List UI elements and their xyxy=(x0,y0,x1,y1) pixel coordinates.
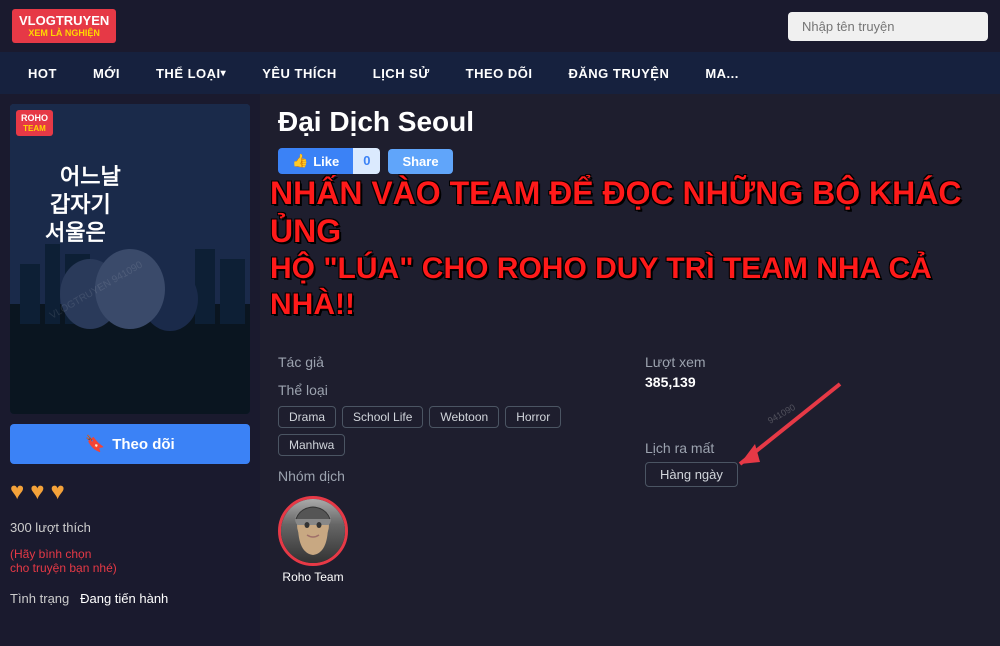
vote-hint-line1: (Hãy bình chọn xyxy=(10,547,91,561)
luot-xem-label: Lượt xem xyxy=(645,354,982,370)
header: VLOGTRUYEN XEM LÀ NGHIỆN xyxy=(0,0,1000,52)
translator-name: Roho Team xyxy=(282,570,343,584)
the-loai-label: Thể loại xyxy=(278,382,615,398)
nav-dang-truyen[interactable]: ĐĂNG TRUYỆN xyxy=(551,52,688,94)
nhom-dich-row: Nhóm dịch xyxy=(278,468,615,584)
content-area: Đại Dịch Seoul 👍 Like 0 Share NHẤN VÀO T… xyxy=(260,94,1000,646)
action-row: 👍 Like 0 Share xyxy=(278,148,982,174)
overlay-line2: HỘ "LÚA" CHO ROHO DUY TRÌ TEAM NHA CẢ NH… xyxy=(270,251,990,323)
logo-box: VLOGTRUYEN XEM LÀ NGHIỆN xyxy=(12,9,116,43)
follow-button[interactable]: 🔖 Theo dõi xyxy=(10,424,250,464)
heart-1[interactable]: ♥ xyxy=(10,478,24,506)
main-content: 어느날 갑자기 서울은 VLOGTRUYEN 941090 ROHOTEAM 🔖… xyxy=(0,94,1000,646)
lich-ra-mat-row: Lịch ra mất Hàng ngày xyxy=(645,440,982,487)
logo-main: VLOGTRUYEN xyxy=(19,13,109,28)
overlay-line1: NHẤN VÀO TEAM ĐỂ ĐỌC NHỮNG BỘ KHÁC ỦNG xyxy=(270,174,990,251)
tac-gia-row: Tác giả xyxy=(278,354,615,370)
nav-lich-su[interactable]: LỊCH SỬ xyxy=(355,52,448,94)
logo[interactable]: VLOGTRUYEN XEM LÀ NGHIỆN xyxy=(12,9,116,43)
cover-badge: ROHOTEAM xyxy=(16,110,53,136)
nhom-dich-label: Nhóm dịch xyxy=(278,468,615,484)
lich-ra-mat-label: Lịch ra mất xyxy=(645,440,982,456)
overlay-text: NHẤN VÀO TEAM ĐỂ ĐỌC NHỮNG BỘ KHÁC ỦNG H… xyxy=(270,174,990,323)
info-table: Tác giả Thể loại Drama School Life Webto… xyxy=(278,354,982,584)
like-count-text: 300 lượt thích xyxy=(10,520,250,535)
logo-sub: XEM LÀ NGHIỆN xyxy=(19,28,109,39)
sidebar: 어느날 갑자기 서울은 VLOGTRUYEN 941090 ROHOTEAM 🔖… xyxy=(0,94,260,646)
bookmark-icon: 🔖 xyxy=(85,434,105,454)
search-input[interactable] xyxy=(788,12,988,41)
nav-the-loai[interactable]: THỂ LOẠI xyxy=(138,52,244,94)
translator-avatar xyxy=(278,496,348,566)
tag-horror[interactable]: Horror xyxy=(505,406,561,428)
tinh-trang-value: Đang tiến hành xyxy=(80,591,168,606)
like-count-button: 0 xyxy=(353,148,380,174)
like-button[interactable]: 👍 Like xyxy=(278,148,353,174)
share-button[interactable]: Share xyxy=(388,149,452,174)
vote-hint-line2: cho truyện bạn nhé) xyxy=(10,561,117,575)
status-row: Tình trạng Đang tiến hành xyxy=(10,591,250,606)
tac-gia-label: Tác giả xyxy=(278,354,615,370)
nav-more[interactable]: MA... xyxy=(687,52,757,94)
svg-text:서울은: 서울은 xyxy=(45,220,106,245)
luot-xem-value: 385,139 xyxy=(645,374,982,390)
tag-drama[interactable]: Drama xyxy=(278,406,336,428)
manga-title: Đại Dịch Seoul xyxy=(278,106,982,138)
tag-manhwa[interactable]: Manhwa xyxy=(278,434,345,456)
navigation: HOT MỚI THỂ LOẠI YÊU THÍCH LỊCH SỬ THEO … xyxy=(0,52,1000,94)
heart-2[interactable]: ♥ xyxy=(30,478,44,506)
nav-yeu-thich[interactable]: YÊU THÍCH xyxy=(244,52,355,94)
tag-school-life[interactable]: School Life xyxy=(342,406,423,428)
tinh-trang-label: Tình trạng xyxy=(10,591,69,606)
tag-webtoon[interactable]: Webtoon xyxy=(429,406,499,428)
translator-item[interactable]: Roho Team xyxy=(278,496,348,584)
hang-ngay-button[interactable]: Hàng ngày xyxy=(645,462,738,487)
luot-xem-row: Lượt xem 385,139 xyxy=(645,354,982,390)
hearts-row: ♥ ♥ ♥ xyxy=(10,478,250,506)
right-info: Lượt xem 385,139 Lịch ra mất Hàng ngày xyxy=(645,354,982,584)
cover-image: 어느날 갑자기 서울은 VLOGTRUYEN 941090 ROHOTEAM xyxy=(10,104,250,414)
like-label: Like xyxy=(313,154,339,169)
like-wrap: 👍 Like 0 xyxy=(278,148,380,174)
nav-moi[interactable]: MỚI xyxy=(75,52,138,94)
vote-hint: (Hãy bình chọn cho truyện bạn nhé) xyxy=(10,547,250,575)
nav-theo-doi[interactable]: THEO DÕI xyxy=(448,52,551,94)
heart-3[interactable]: ♥ xyxy=(51,478,65,506)
follow-label: Theo dõi xyxy=(112,436,175,453)
tags-container: Drama School Life Webtoon Horror Manhwa xyxy=(278,406,615,456)
nav-hot[interactable]: HOT xyxy=(10,52,75,94)
svg-text:어느날: 어느날 xyxy=(60,164,121,189)
svg-text:갑자기: 갑자기 xyxy=(50,192,111,217)
thumbs-up-icon: 👍 xyxy=(292,153,308,169)
left-info: Tác giả Thể loại Drama School Life Webto… xyxy=(278,354,615,584)
the-loai-row: Thể loại Drama School Life Webtoon Horro… xyxy=(278,382,615,456)
